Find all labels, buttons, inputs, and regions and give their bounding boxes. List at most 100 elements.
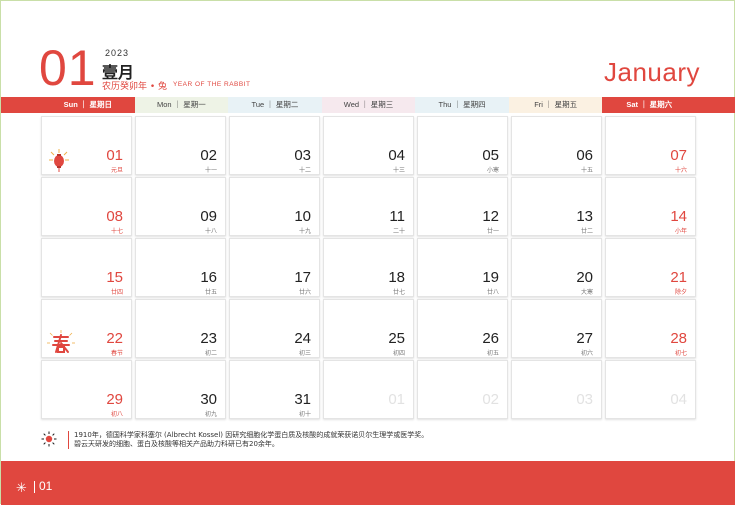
- day-cell[interactable]: 26 初五: [417, 299, 508, 358]
- sun-icon: [41, 431, 57, 447]
- lunar-date: 廿八: [486, 289, 499, 296]
- day-cell[interactable]: 02: [417, 360, 508, 419]
- weekday-header: Tue ｜ 星期二: [228, 97, 322, 113]
- day-cell[interactable]: 17 廿六: [229, 238, 320, 297]
- day-number: 22: [106, 330, 123, 347]
- lunar-date: 廿六: [298, 289, 311, 296]
- lunar-date: 廿七: [392, 289, 405, 296]
- lunar-date: 初四: [392, 350, 405, 357]
- lunar-date: 廿二: [580, 228, 593, 235]
- day-cell[interactable]: 03 十二: [229, 116, 320, 175]
- footnote-line-2: 碧云天研发的细胞、蛋白及核酸等相关产品助力科研已有20余年。: [74, 440, 279, 448]
- day-number: 10: [294, 208, 311, 225]
- lunar-date: 初十: [298, 411, 311, 418]
- lunar-date: 十五: [580, 167, 593, 174]
- bottom-bar: [1, 461, 735, 505]
- day-number: 20: [576, 269, 593, 286]
- day-number: 14: [670, 208, 687, 225]
- day-number: 16: [200, 269, 217, 286]
- day-number: 02: [200, 147, 217, 164]
- lunar-date: 十三: [392, 167, 405, 174]
- lunar-date: 二十: [392, 228, 405, 235]
- day-number: 09: [200, 208, 217, 225]
- day-number: 04: [670, 391, 687, 408]
- lunar-date: 十二: [298, 167, 311, 174]
- day-number: 03: [294, 147, 311, 164]
- day-cell[interactable]: 23 初二: [135, 299, 226, 358]
- day-cell[interactable]: 21 除夕: [605, 238, 696, 297]
- lunar-year-label: 农历癸卯年 • 兔: [102, 82, 168, 92]
- weekday-header: Wed ｜ 星期三: [321, 97, 416, 113]
- year-label: 2023: [105, 48, 130, 58]
- lunar-date: 初九: [204, 411, 217, 418]
- day-cell[interactable]: 11 二十: [323, 177, 414, 236]
- day-number: 01: [388, 391, 405, 408]
- day-number: 07: [670, 147, 687, 164]
- footnote-line-1: 1910年，德国科学家科塞尔 (Albrecht Kossel) 因研究细胞化学…: [74, 431, 429, 439]
- day-cell[interactable]: 01 元旦: [41, 116, 132, 175]
- day-cell[interactable]: 05 小寒: [417, 116, 508, 175]
- day-cell[interactable]: 08 十七: [41, 177, 132, 236]
- day-number: 21: [670, 269, 687, 286]
- weekday-header: Sun ｜ 星期日: [41, 97, 135, 113]
- day-number: 02: [482, 391, 499, 408]
- day-cell[interactable]: 03: [511, 360, 602, 419]
- lantern-icon: [49, 149, 69, 172]
- day-cell[interactable]: 09 十八: [135, 177, 226, 236]
- calendar-grid: 01 元旦 02 十一 03 十二 04 十三 05 小寒 06 十五 07 十六 08 十七 09 十八 10 十九…: [41, 116, 696, 419]
- lunar-date: 大寒: [580, 289, 593, 296]
- lunar-date: 初二: [204, 350, 217, 357]
- lunar-date: 廿五: [204, 289, 217, 296]
- lunar-date: 十六: [674, 167, 687, 174]
- lunar-date: 十一: [204, 167, 217, 174]
- day-number: 28: [670, 330, 687, 347]
- day-cell[interactable]: 16 廿五: [135, 238, 226, 297]
- day-cell[interactable]: 07 十六: [605, 116, 696, 175]
- day-number: 25: [388, 330, 405, 347]
- weekday-headers: Sun ｜ 星期日 Mon ｜ 星期一 Tue ｜ 星期二 Wed ｜ 星期三 Thu …: [41, 97, 697, 113]
- footnote-divider: [68, 431, 69, 449]
- lunar-date: 小年: [674, 228, 687, 235]
- day-cell[interactable]: 20 大寒: [511, 238, 602, 297]
- year-of-rabbit-label: YEAR OF THE RABBIT: [173, 81, 251, 88]
- day-cell[interactable]: 28 初七: [605, 299, 696, 358]
- day-number: 30: [200, 391, 217, 408]
- day-cell[interactable]: 22 春节: [41, 299, 132, 358]
- day-cell[interactable]: 24 初三: [229, 299, 320, 358]
- day-cell[interactable]: 31 初十: [229, 360, 320, 419]
- month-number: 01: [39, 40, 97, 96]
- day-cell[interactable]: 04: [605, 360, 696, 419]
- day-cell[interactable]: 15 廿四: [41, 238, 132, 297]
- day-cell[interactable]: 01: [323, 360, 414, 419]
- day-cell[interactable]: 14 小年: [605, 177, 696, 236]
- lunar-date: 十九: [298, 228, 311, 235]
- day-cell[interactable]: 04 十三: [323, 116, 414, 175]
- day-cell[interactable]: 12 廿一: [417, 177, 508, 236]
- lunar-date: 初七: [674, 350, 687, 357]
- day-cell[interactable]: 29 初八: [41, 360, 132, 419]
- day-cell[interactable]: 25 初四: [323, 299, 414, 358]
- weekday-header: Mon ｜ 星期一: [134, 97, 229, 113]
- day-number: 29: [106, 391, 123, 408]
- day-cell[interactable]: 30 初九: [135, 360, 226, 419]
- day-cell[interactable]: 02 十一: [135, 116, 226, 175]
- day-number: 15: [106, 269, 123, 286]
- lunar-date: 初五: [486, 350, 499, 357]
- day-cell[interactable]: 19 廿八: [417, 238, 508, 297]
- english-month-title: January: [604, 57, 700, 87]
- day-number: 12: [482, 208, 499, 225]
- day-number: 06: [576, 147, 593, 164]
- day-number: 01: [106, 147, 123, 164]
- lunar-date: 初六: [580, 350, 593, 357]
- day-cell[interactable]: 06 十五: [511, 116, 602, 175]
- lunar-date: 廿四: [110, 289, 123, 296]
- lunar-date: 小寒: [486, 167, 499, 174]
- footnote: 1910年，德国科学家科塞尔 (Albrecht Kossel) 因研究细胞化学…: [74, 431, 428, 449]
- day-number: 08: [106, 208, 123, 225]
- day-number: 18: [388, 269, 405, 286]
- day-cell[interactable]: 27 初六: [511, 299, 602, 358]
- day-cell[interactable]: 13 廿二: [511, 177, 602, 236]
- lunar-date: 十七: [110, 228, 123, 235]
- day-cell[interactable]: 18 廿七: [323, 238, 414, 297]
- day-cell[interactable]: 10 十九: [229, 177, 320, 236]
